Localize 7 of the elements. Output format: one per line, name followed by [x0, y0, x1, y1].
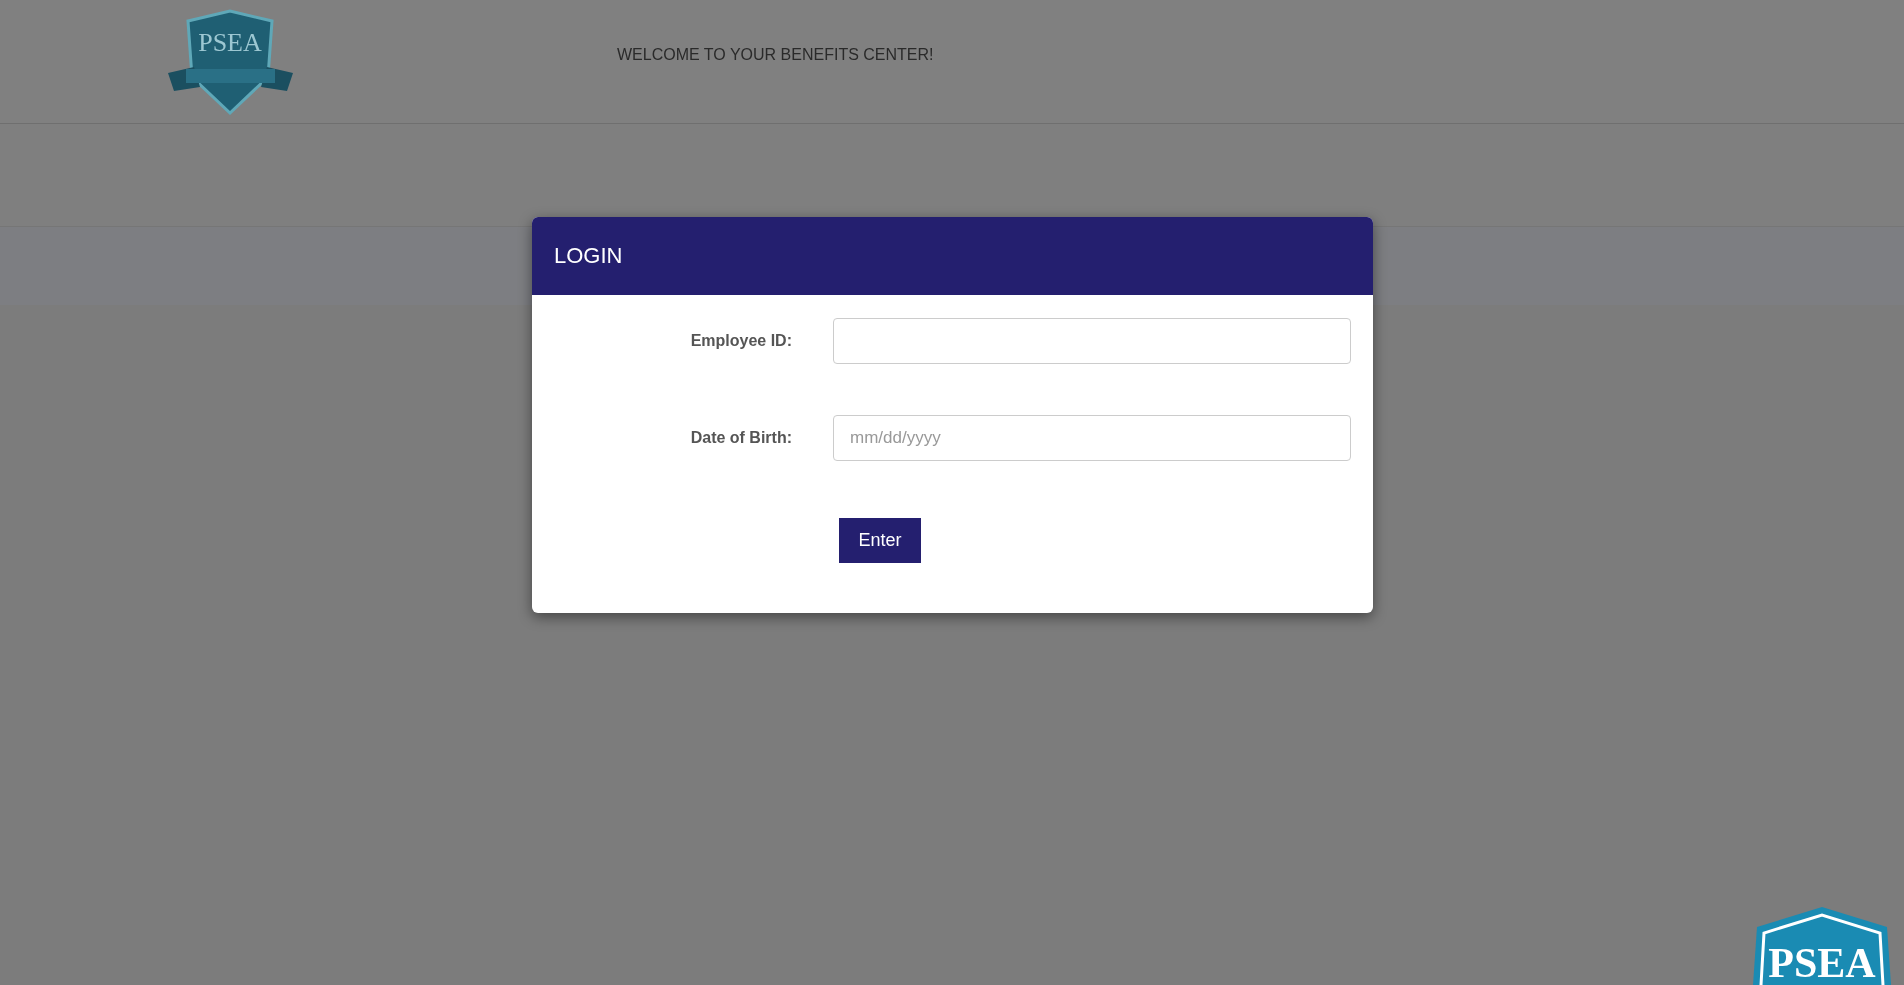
header-title: WELCOME TO YOUR BENEFITS CENTER!	[617, 45, 934, 64]
input-field[interactable]	[833, 318, 1351, 364]
input-field[interactable]: mm/dd/yyyy	[833, 415, 1351, 461]
dialog-title: LOGIN	[554, 243, 623, 269]
enter-button[interactable]: Enter	[839, 518, 921, 563]
field-label: Date of Birth:	[689, 429, 792, 447]
field-label: Employee ID:	[689, 332, 792, 350]
